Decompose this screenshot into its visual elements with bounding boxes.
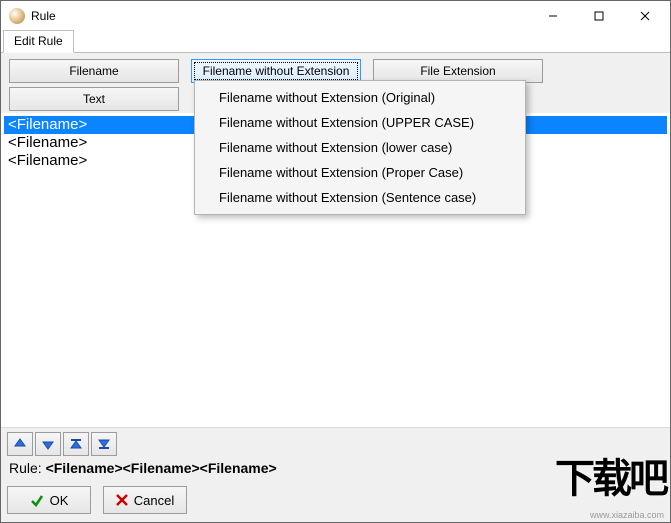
x-icon xyxy=(116,494,128,506)
titlebar: Rule xyxy=(1,1,670,31)
move-top-button[interactable] xyxy=(63,432,89,456)
arrow-up-icon xyxy=(13,437,27,451)
menu-item-proper[interactable]: Filename without Extension (Proper Case) xyxy=(197,160,523,185)
text-button[interactable]: Text xyxy=(9,87,179,111)
arrow-down-icon xyxy=(41,437,55,451)
menu-item-sentence[interactable]: Filename without Extension (Sentence cas… xyxy=(197,185,523,210)
watermark-logo: 下载吧 xyxy=(555,446,666,504)
rule-label: Rule: xyxy=(9,460,42,476)
menu-item-lower[interactable]: Filename without Extension (lower case) xyxy=(197,135,523,160)
move-down-button[interactable] xyxy=(35,432,61,456)
maximize-button[interactable] xyxy=(576,1,622,31)
tab-edit-rule[interactable]: Edit Rule xyxy=(3,30,74,53)
arrow-bottom-icon xyxy=(97,437,111,451)
filename-button[interactable]: Filename xyxy=(9,59,179,83)
close-icon xyxy=(640,11,650,21)
ok-label: OK xyxy=(50,493,69,508)
menu-item-original[interactable]: Filename without Extension (Original) xyxy=(197,85,523,110)
tab-row: Edit Rule xyxy=(1,31,670,53)
cancel-label: Cancel xyxy=(134,493,174,508)
cancel-button[interactable]: Cancel xyxy=(103,486,187,514)
filename-without-extension-menu[interactable]: Filename without Extension (Original) Fi… xyxy=(194,80,526,215)
window-title: Rule xyxy=(31,9,530,23)
rule-value: <Filename><Filename><Filename> xyxy=(46,460,277,476)
minimize-button[interactable] xyxy=(530,1,576,31)
ok-button[interactable]: OK xyxy=(7,486,91,514)
minimize-icon xyxy=(548,11,558,21)
close-button[interactable] xyxy=(622,1,668,31)
move-up-button[interactable] xyxy=(7,432,33,456)
menu-item-upper[interactable]: Filename without Extension (UPPER CASE) xyxy=(197,110,523,135)
arrow-top-icon xyxy=(69,437,83,451)
app-icon xyxy=(9,8,25,24)
move-bottom-button[interactable] xyxy=(91,432,117,456)
maximize-icon xyxy=(594,11,604,21)
watermark-url: www.xiazaiba.com xyxy=(590,510,664,520)
check-icon xyxy=(30,493,44,507)
